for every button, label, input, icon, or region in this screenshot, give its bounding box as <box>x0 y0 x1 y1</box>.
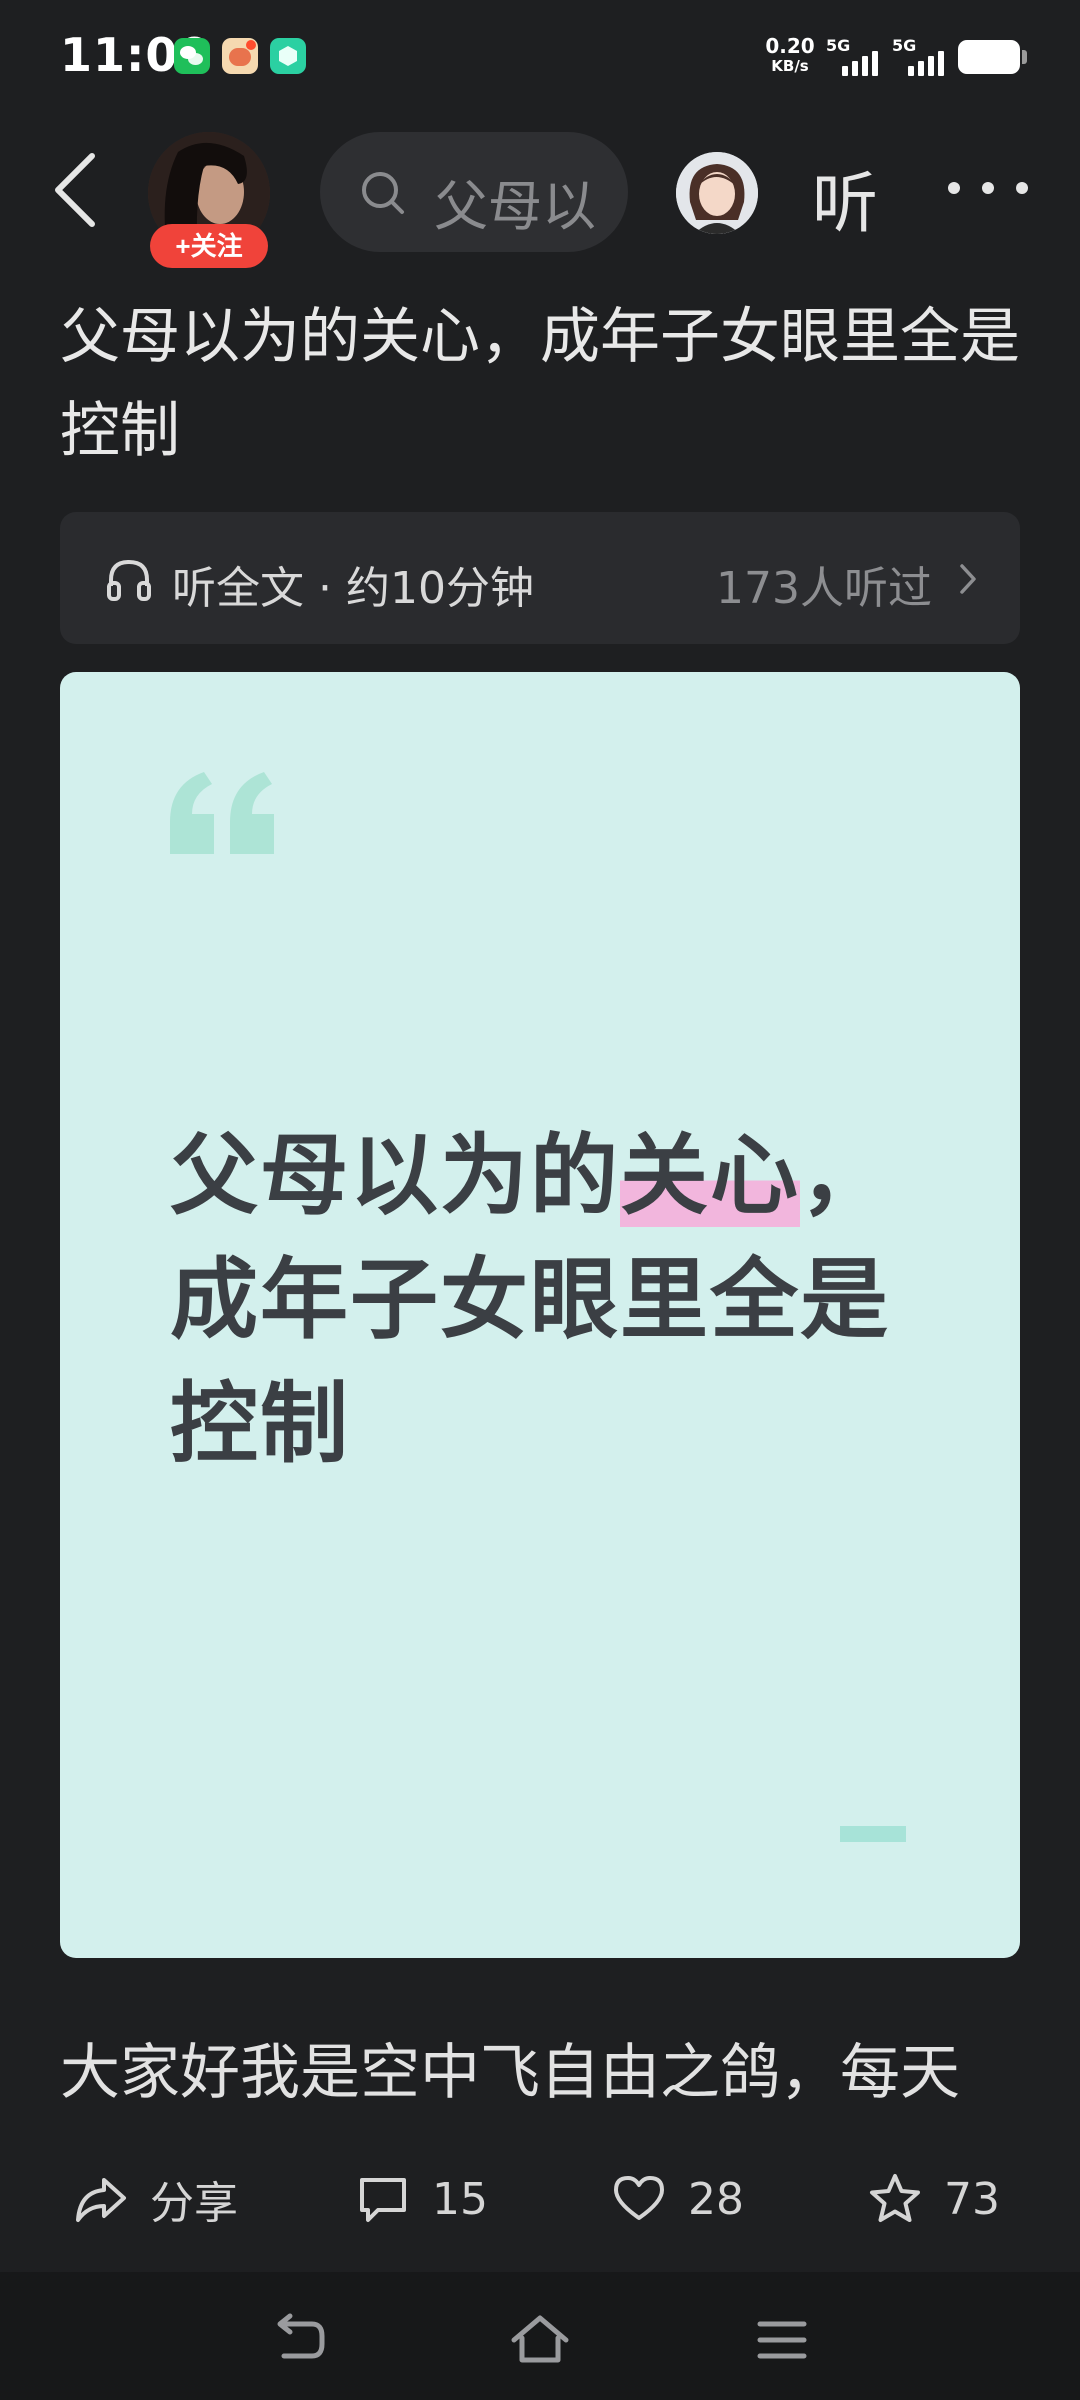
battery-icon <box>958 40 1027 74</box>
app-icon <box>222 38 258 74</box>
more-dot-icon <box>1016 182 1028 194</box>
star-icon <box>870 2174 920 2222</box>
signal-icon: 5G <box>892 36 950 76</box>
cover-decoration <box>840 1826 906 1842</box>
favorite-count: 73 <box>944 2173 1000 2225</box>
listen-button[interactable]: 听 <box>812 150 878 246</box>
search-text: 父母以为 <box>434 175 594 238</box>
search-box[interactable]: 父母以为 <box>320 132 628 252</box>
top-nav: +关注 父母以为 听 <box>0 112 1080 272</box>
cover-line3: 控制 <box>170 1372 351 1475</box>
system-nav-bar <box>0 2272 1080 2400</box>
cover-highlight: 关心 <box>620 1124 801 1227</box>
listen-full-text-bar[interactable]: 听全文 · 约10分钟 173人听过 <box>60 512 1020 644</box>
wechat-icon <box>174 38 210 74</box>
article-title: 父母以为的关心，成年子女眼里全是控制 <box>60 302 1020 466</box>
more-dot-icon <box>948 182 960 194</box>
signal-icon: 5G <box>826 36 884 76</box>
like-count: 28 <box>688 2173 744 2225</box>
author-avatar-group[interactable]: +关注 <box>148 132 270 268</box>
more-dot-icon <box>982 182 994 194</box>
network-speed-unit: KB/s <box>771 57 809 75</box>
back-arrow-icon <box>55 153 95 227</box>
cover-line1-pre: 父母以为的 <box>170 1124 621 1227</box>
network-speed-value: 0.20 <box>765 34 815 58</box>
system-back-icon[interactable] <box>270 2310 330 2370</box>
listened-count-text: 173人听过 <box>716 563 932 614</box>
cover-line1-post: ， <box>800 1124 891 1227</box>
favorite-button[interactable]: 73 <box>868 2164 1000 2234</box>
system-menu-icon[interactable] <box>752 2310 812 2370</box>
comment-button[interactable]: 15 <box>356 2164 488 2234</box>
heart-icon <box>614 2176 664 2220</box>
cover-line2: 成年子女眼里全是 <box>170 1248 891 1351</box>
headphone-icon <box>107 559 151 601</box>
cover-headline: 父母以为的关心， 成年子女眼里全是 控制 <box>170 1114 960 1486</box>
follow-button[interactable]: +关注 <box>150 224 268 268</box>
action-bar: 分享 15 28 73 <box>0 2150 1080 2246</box>
network-speed: 0.20 KB/s <box>764 36 816 76</box>
article-body-preview: 大家好我是空中飞自由之鸽，每天 <box>60 2038 960 2108</box>
share-label: 分享 <box>150 2178 238 2229</box>
listen-duration-text: 听全文 · 约10分钟 <box>172 563 534 614</box>
back-button[interactable] <box>48 150 108 230</box>
quote-mark-icon <box>170 772 274 854</box>
comment-icon <box>360 2178 406 2222</box>
search-icon <box>362 172 404 214</box>
comment-count: 15 <box>432 2173 488 2225</box>
system-home-icon[interactable] <box>510 2310 570 2370</box>
screen: 11:00 0.20 KB/s 5G 5G +关注 父母以 听 父母以为的关心，… <box>0 0 1080 2400</box>
like-button[interactable]: 28 <box>612 2164 744 2234</box>
chevron-right-icon <box>960 564 976 594</box>
share-icon <box>76 2178 126 2222</box>
listen-avatar[interactable] <box>676 152 758 234</box>
article-cover-image[interactable]: 父母以为的关心， 成年子女眼里全是 控制 <box>60 672 1020 1958</box>
status-bar: 11:00 0.20 KB/s 5G 5G <box>0 0 1080 112</box>
share-button[interactable]: 分享 <box>74 2164 238 2234</box>
more-button[interactable] <box>948 168 1028 208</box>
cube-app-icon <box>270 38 306 74</box>
